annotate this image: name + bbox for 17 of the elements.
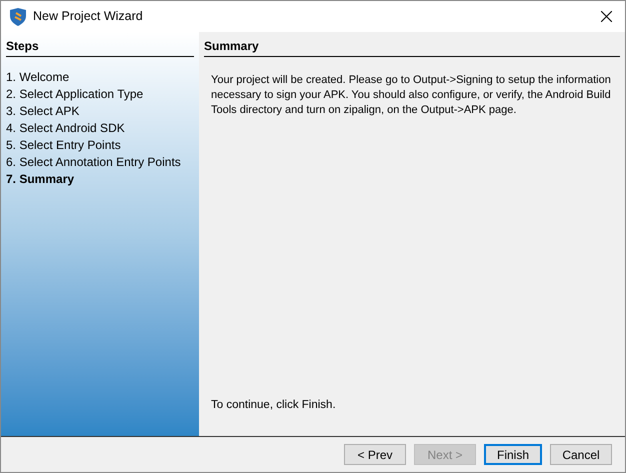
page-heading: Summary — [204, 37, 620, 57]
shield-icon — [10, 8, 26, 26]
step-item: 7. Summary — [6, 171, 76, 188]
step-item: 1. Welcome — [6, 69, 70, 86]
wizard-button[interactable]: Cancel — [550, 444, 612, 465]
wizard-button[interactable]: < Prev — [344, 444, 406, 465]
step-item: 3. Select APK — [6, 103, 80, 120]
summary-message: Your project will be created. Please go to Output->Signing to setup the information necessary to sign your APK. You should also configure, or verify, the Android Build Tools directory and turn on zipalign, on the Output->APK page. — [211, 73, 612, 118]
steps-heading: Steps — [6, 37, 194, 57]
step-item: 2. Select Application Type — [6, 86, 144, 103]
close-icon[interactable] — [601, 11, 612, 22]
continue-hint: To continue, click Finish. — [211, 398, 337, 413]
wizard-button[interactable]: Finish — [484, 444, 542, 465]
step-item: 5. Select Entry Points — [6, 137, 122, 154]
window-title: New Project Wizard — [33, 8, 143, 26]
step-item: 6. Select Annotation Entry Points — [6, 154, 182, 171]
step-item: 4. Select Android SDK — [6, 120, 126, 137]
